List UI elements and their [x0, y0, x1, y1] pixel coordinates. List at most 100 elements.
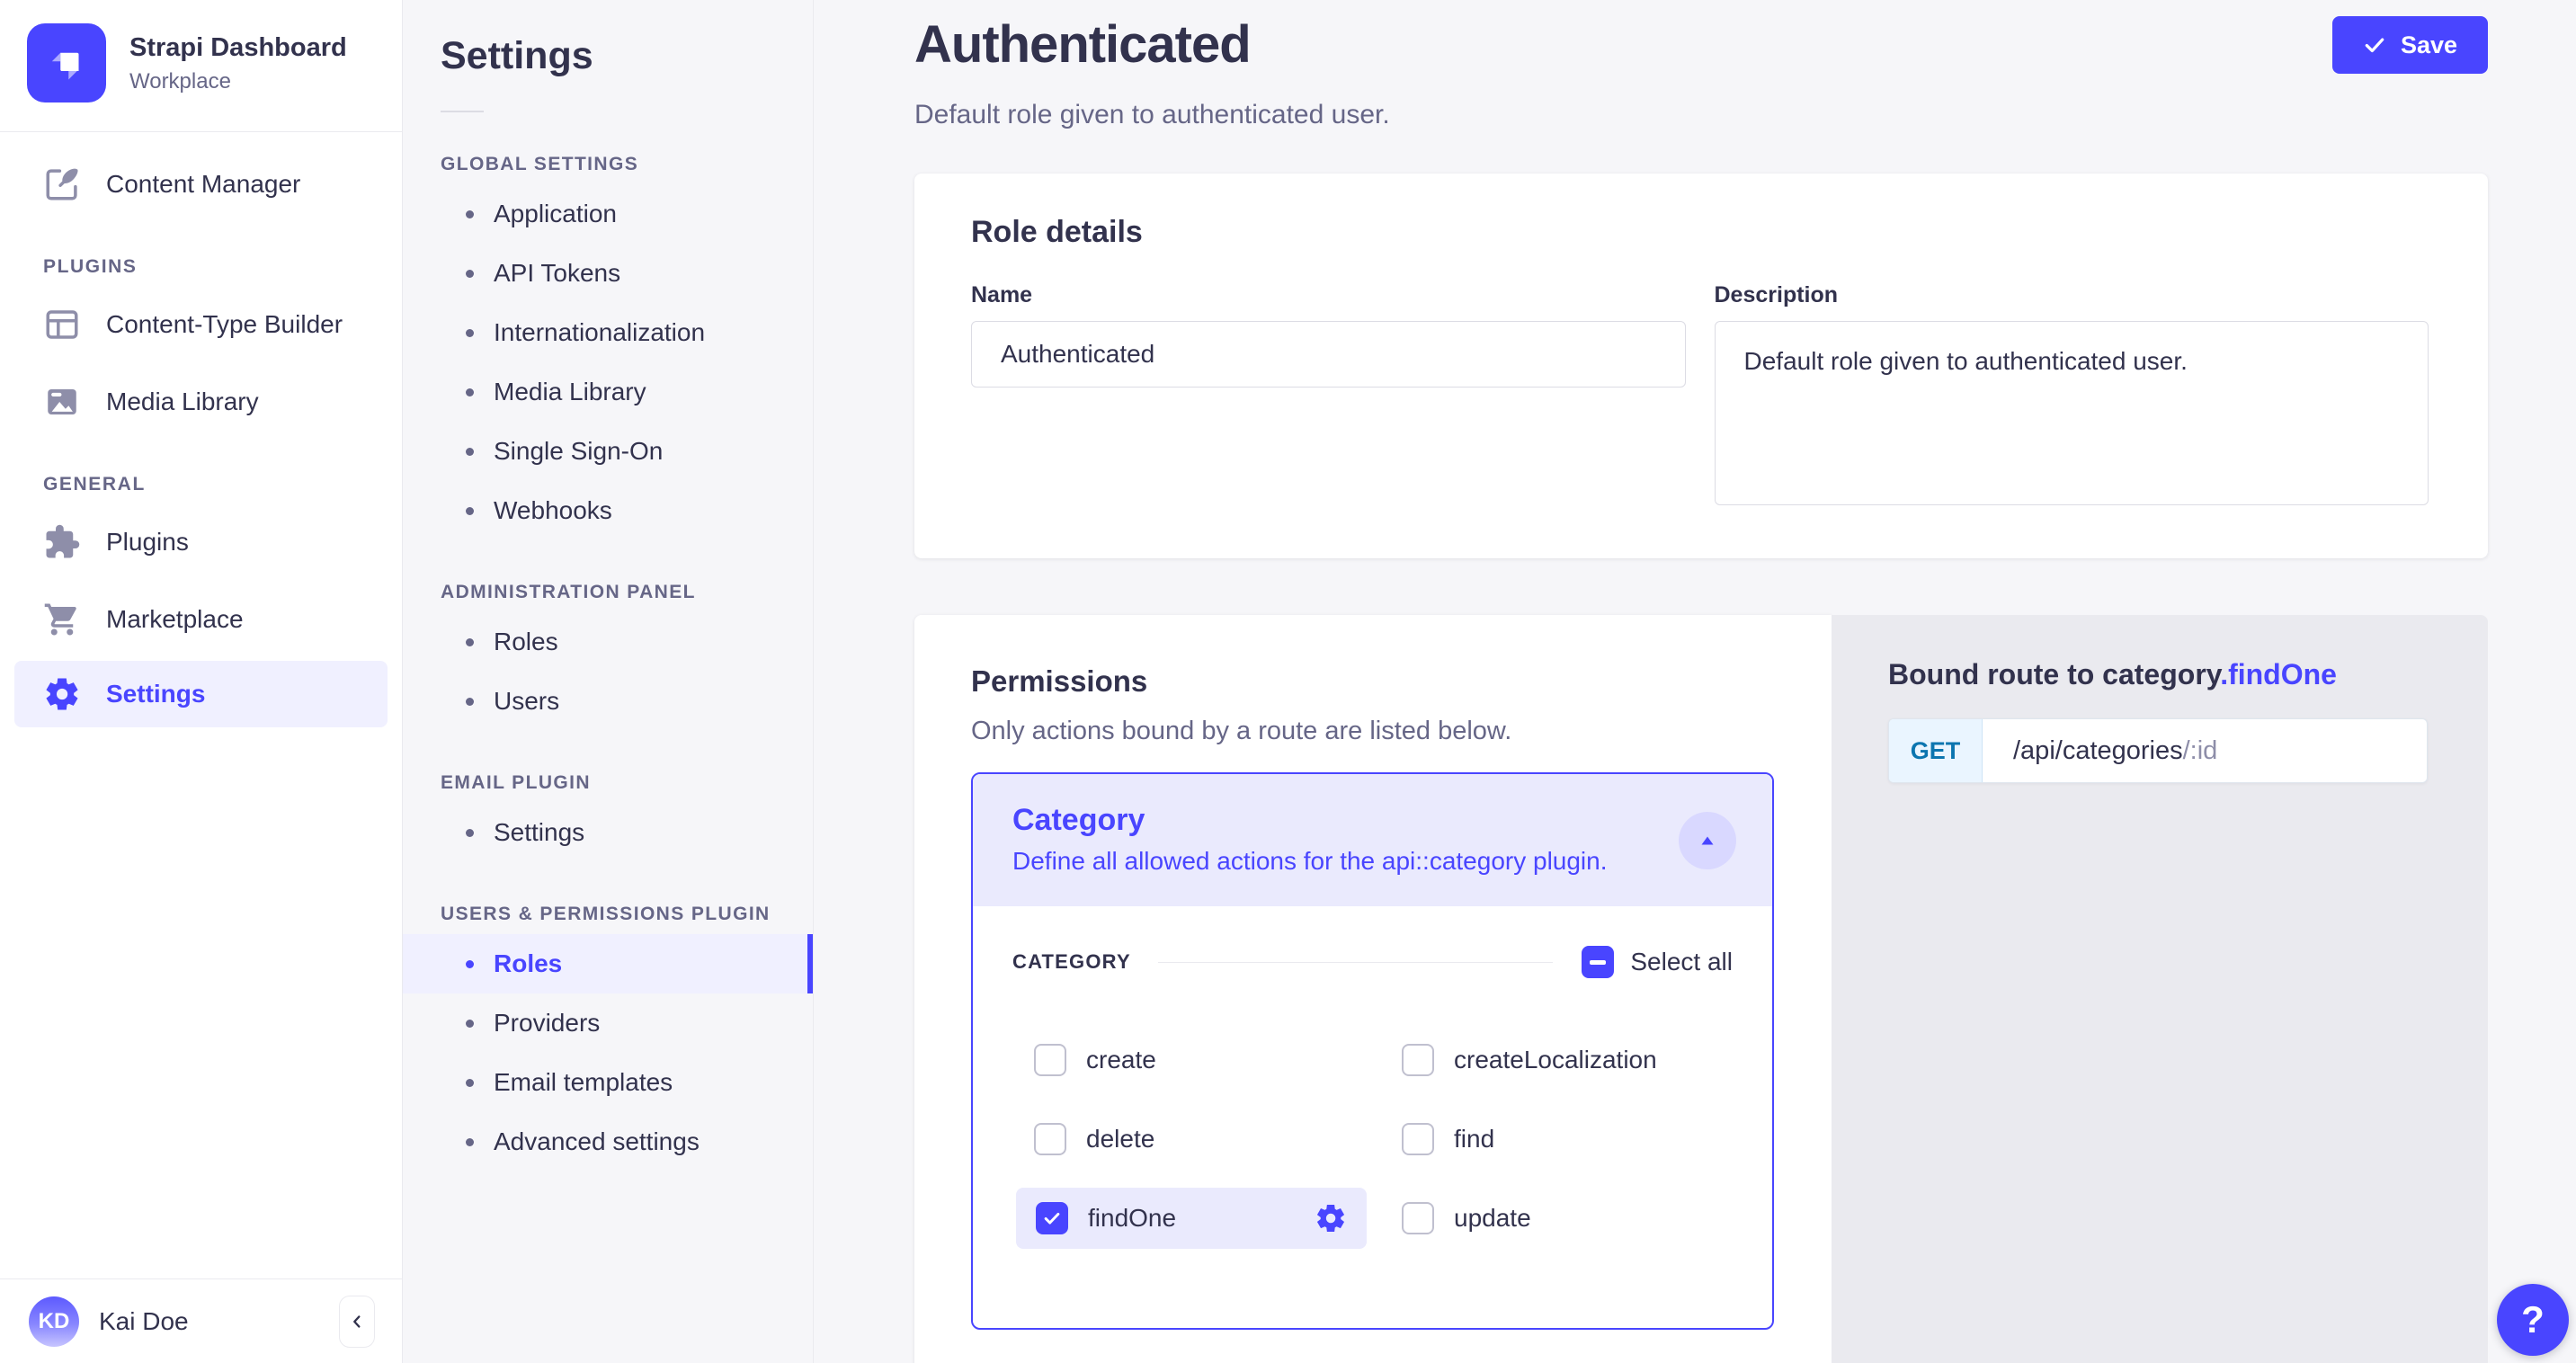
bound-route-entity: category: [2102, 658, 2220, 690]
nav-item-label: Settings: [106, 680, 205, 708]
name-label: Name: [971, 282, 1686, 308]
nav-item-settings[interactable]: Settings: [14, 661, 388, 727]
strapi-logo-icon: [27, 23, 106, 102]
find-checkbox[interactable]: [1402, 1123, 1434, 1155]
sub-nav-item-api-tokens[interactable]: API Tokens: [403, 244, 813, 303]
nav-item-label: Content Manager: [106, 170, 300, 199]
select-all-checkbox[interactable]: [1582, 946, 1614, 978]
sub-nav-item-label: Webhooks: [494, 496, 612, 525]
nav-footer: KD Kai Doe: [0, 1278, 402, 1363]
sub-nav-item-admin-users[interactable]: Users: [403, 672, 813, 731]
action-label: update: [1454, 1204, 1531, 1233]
sub-nav-item-internationalization[interactable]: Internationalization: [403, 303, 813, 362]
bound-route-title: Bound route to category.findOne: [1888, 658, 2430, 691]
nav-item-content-type-builder[interactable]: Content-Type Builder: [0, 292, 402, 357]
sub-nav-item-up-roles[interactable]: Roles: [403, 934, 813, 993]
accordion-subtitle: Define all allowed actions for the api::…: [1012, 847, 1655, 876]
bullet-icon: [466, 698, 474, 706]
delete-checkbox[interactable]: [1034, 1123, 1066, 1155]
action-label: find: [1454, 1125, 1494, 1154]
bullet-icon: [466, 507, 474, 515]
layout-icon: [43, 306, 81, 343]
sub-nav-item-label: Media Library: [494, 378, 646, 406]
save-button[interactable]: Save: [2332, 16, 2488, 74]
nav-item-plugins[interactable]: Plugins: [0, 510, 402, 575]
sub-nav-item-admin-roles[interactable]: Roles: [403, 612, 813, 672]
sub-nav-item-media-library[interactable]: Media Library: [403, 362, 813, 422]
createlocalization-checkbox[interactable]: [1402, 1044, 1434, 1076]
action-label: createLocalization: [1454, 1046, 1657, 1074]
role-description-textarea[interactable]: Default role given to authenticated user…: [1715, 321, 2429, 505]
sub-nav-item-label: Providers: [494, 1009, 600, 1038]
sub-nav-item-webhooks[interactable]: Webhooks: [403, 481, 813, 540]
sub-nav-item-label: Advanced settings: [494, 1127, 700, 1156]
sub-nav-item-advanced-settings[interactable]: Advanced settings: [403, 1112, 813, 1171]
action-label: create: [1086, 1046, 1156, 1074]
route-path: /api/categories/:id: [1983, 719, 2217, 782]
nav-item-label: Media Library: [106, 388, 259, 416]
create-checkbox[interactable]: [1034, 1044, 1066, 1076]
avatar[interactable]: KD: [29, 1296, 79, 1347]
workspace-brand[interactable]: Strapi Dashboard Workplace: [0, 0, 402, 131]
gear-icon: [43, 675, 81, 713]
sub-nav-item-label: Settings: [494, 818, 584, 847]
sub-nav-item-label: Internationalization: [494, 318, 705, 347]
check-icon: [1042, 1208, 1062, 1228]
cart-icon: [43, 601, 81, 638]
permissions-card: Permissions Only actions bound by a rout…: [914, 615, 1832, 1363]
bullet-icon: [466, 1020, 474, 1028]
sub-nav-item-email-templates[interactable]: Email templates: [403, 1053, 813, 1112]
bullet-icon: [466, 329, 474, 337]
bullet-icon: [466, 270, 474, 278]
update-checkbox[interactable]: [1402, 1202, 1434, 1234]
sub-nav-item-providers[interactable]: Providers: [403, 993, 813, 1053]
route-path-param: /:id: [2183, 736, 2218, 766]
main-navigation: Strapi Dashboard Workplace Content Manag…: [0, 0, 403, 1363]
actions-grid: create createLocalization delete fi: [1012, 1020, 1733, 1258]
role-name-input[interactable]: [971, 321, 1686, 388]
group-title-email-plugin: EMAIL PLUGIN: [441, 772, 813, 794]
nav-item-content-manager[interactable]: Content Manager: [0, 152, 402, 217]
role-details-heading: Role details: [971, 215, 2429, 250]
bullet-icon: [466, 210, 474, 218]
main-content: Authenticated Default role given to auth…: [814, 0, 2576, 1363]
help-button[interactable]: ?: [2497, 1284, 2569, 1356]
sub-nav-item-single-sign-on[interactable]: Single Sign-On: [403, 422, 813, 481]
sub-nav-item-label: Application: [494, 200, 617, 228]
page-title: Authenticated: [914, 14, 1390, 75]
sub-nav-item-label: Roles: [494, 949, 562, 978]
findone-settings-button[interactable]: [1315, 1202, 1347, 1234]
user-name: Kai Doe: [99, 1307, 189, 1336]
nav-section-plugins: PLUGINS: [43, 256, 402, 278]
role-details-card: Role details Name Description Default ro…: [914, 174, 2488, 558]
sub-nav-item-application[interactable]: Application: [403, 184, 813, 244]
collapse-sidebar-button[interactable]: [339, 1296, 375, 1348]
workspace-title: Strapi Dashboard: [129, 31, 347, 64]
sub-nav-item-label: Roles: [494, 628, 558, 656]
category-accordion-header[interactable]: Category Define all allowed actions for …: [973, 774, 1772, 906]
group-title-administration-panel: ADMINISTRATION PANEL: [441, 582, 813, 603]
nav-item-marketplace[interactable]: Marketplace: [0, 587, 402, 652]
gear-icon: [1315, 1202, 1347, 1234]
collapse-accordion-button[interactable]: [1679, 812, 1736, 869]
category-accordion: Category Define all allowed actions for …: [971, 772, 1774, 1330]
nav-item-label: Plugins: [106, 528, 189, 557]
findone-checkbox[interactable]: [1036, 1202, 1068, 1234]
bullet-icon: [466, 448, 474, 456]
permissions-subtitle: Only actions bound by a route are listed…: [971, 717, 1774, 746]
bullet-icon: [466, 638, 474, 646]
sub-nav-item-label: Single Sign-On: [494, 437, 663, 466]
http-method-badge: GET: [1889, 719, 1983, 782]
settings-sub-navigation: Settings GLOBAL SETTINGS Application API…: [403, 0, 814, 1363]
bullet-icon: [466, 829, 474, 837]
nav-item-media-library[interactable]: Media Library: [0, 370, 402, 434]
description-label: Description: [1715, 282, 2429, 308]
nav-item-label: Content-Type Builder: [106, 310, 343, 339]
bullet-icon: [466, 388, 474, 396]
select-all-label: Select all: [1630, 948, 1733, 976]
image-icon: [43, 383, 81, 421]
action-row-find: find: [1380, 1100, 1733, 1179]
sub-nav-item-email-settings[interactable]: Settings: [403, 803, 813, 862]
action-row-create: create: [1012, 1020, 1380, 1100]
action-row-update: update: [1380, 1179, 1733, 1258]
